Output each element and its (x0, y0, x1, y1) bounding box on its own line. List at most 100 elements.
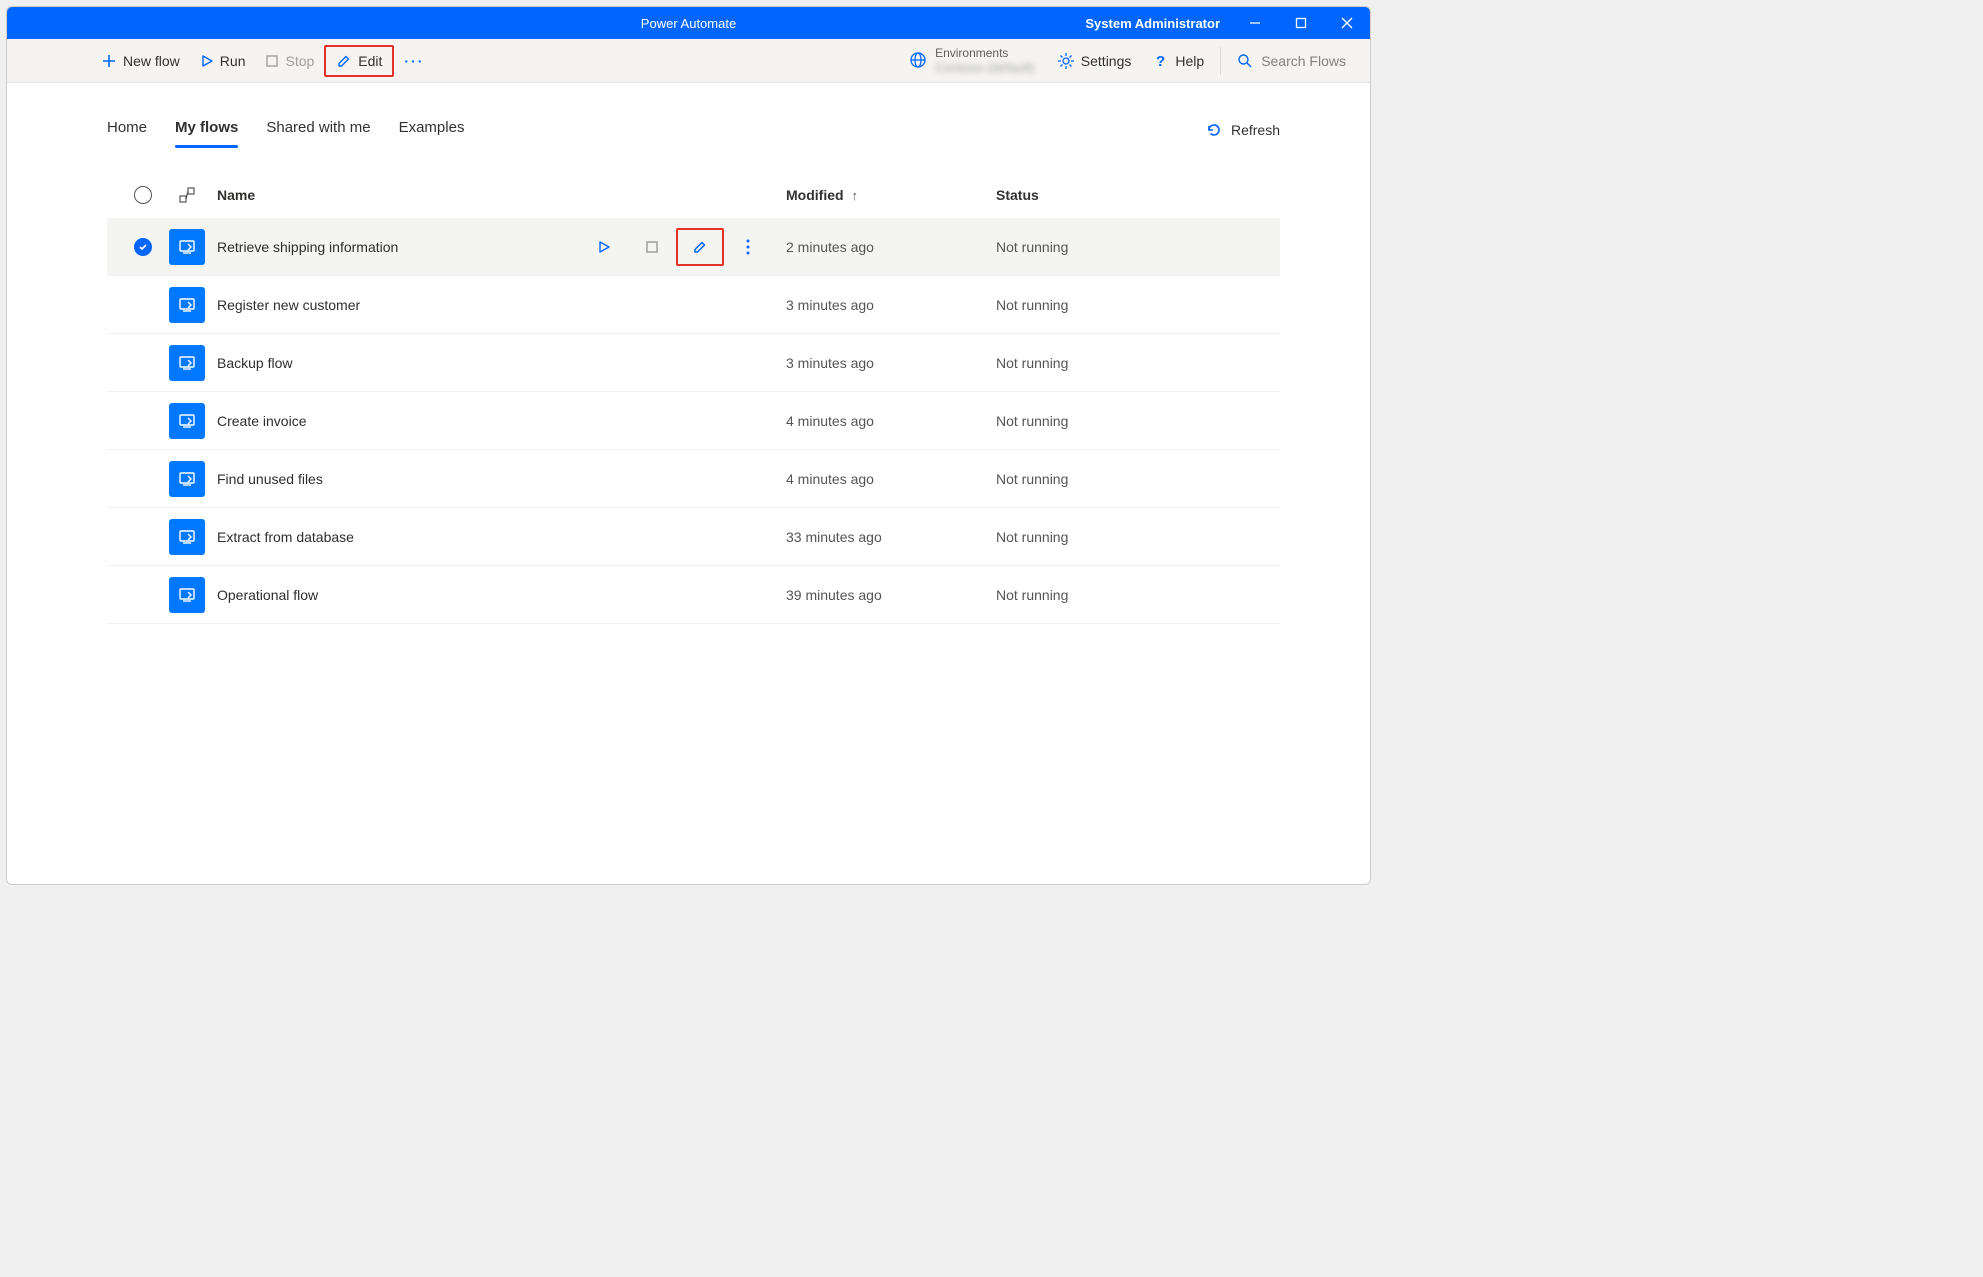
refresh-icon (1205, 121, 1223, 139)
run-button[interactable]: Run (190, 45, 256, 77)
search-flows[interactable]: Search Flows (1227, 53, 1356, 69)
row-select[interactable] (121, 296, 165, 314)
flow-type-icon (179, 187, 195, 203)
table-row[interactable]: Retrieve shipping information 2 minutes … (107, 218, 1280, 276)
desktop-flow-icon (169, 287, 205, 323)
tab-shared[interactable]: Shared with me (266, 111, 370, 148)
col-name-header[interactable]: Name (209, 187, 786, 203)
row-stop-button (628, 228, 676, 266)
tab-home[interactable]: Home (107, 111, 147, 148)
row-flow-icon (165, 577, 209, 613)
environments-label: Environments (935, 46, 1035, 60)
titlebar: Power Automate System Administrator (7, 7, 1370, 39)
row-name: Backup flow (217, 355, 786, 371)
row-flow-icon (165, 461, 209, 497)
row-actions (580, 228, 772, 266)
row-run-button[interactable] (580, 228, 628, 266)
table-row[interactable]: Extract from database 33 minutes ago Not… (107, 508, 1280, 566)
globe-icon (909, 51, 927, 69)
more-button[interactable]: ··· (394, 45, 434, 77)
tab-examples[interactable]: Examples (399, 111, 465, 148)
row-name-cell[interactable]: Backup flow (209, 355, 786, 371)
row-more-button[interactable] (724, 228, 772, 266)
desktop-flow-icon (169, 229, 205, 265)
maximize-icon (1295, 17, 1307, 29)
stop-label: Stop (285, 53, 314, 69)
ellipsis-icon: ··· (404, 53, 424, 69)
row-select[interactable] (121, 238, 165, 256)
desktop-flow-icon (169, 345, 205, 381)
col-modified-header[interactable]: Modified ↑ (786, 187, 996, 203)
table-body: Retrieve shipping information 2 minutes … (107, 218, 1280, 624)
row-modified: 33 minutes ago (786, 529, 996, 545)
desktop-flow-icon (169, 461, 205, 497)
maximize-button[interactable] (1278, 7, 1324, 39)
table-row[interactable]: Backup flow 3 minutes ago Not running (107, 334, 1280, 392)
settings-button[interactable]: Settings (1047, 45, 1142, 77)
col-status-header[interactable]: Status (996, 187, 1266, 203)
current-user[interactable]: System Administrator (1085, 16, 1220, 31)
row-status: Not running (996, 471, 1266, 487)
tab-home-label: Home (107, 119, 147, 136)
row-name-cell[interactable]: Register new customer (209, 297, 786, 313)
row-select[interactable] (121, 528, 165, 546)
tab-my-flows[interactable]: My flows (175, 111, 238, 148)
row-flow-icon (165, 403, 209, 439)
toolbar: New flow Run Stop Edit ·· (7, 39, 1370, 83)
search-placeholder: Search Flows (1261, 53, 1346, 69)
col-modified-label: Modified (786, 187, 844, 203)
content: Home My flows Shared with me Examples Re… (7, 83, 1370, 624)
table-row[interactable]: Create invoice 4 minutes ago Not running (107, 392, 1280, 450)
row-select[interactable] (121, 470, 165, 488)
select-all[interactable] (121, 186, 165, 204)
environments-picker[interactable]: Environments Contoso (default) (897, 46, 1047, 75)
row-modified: 3 minutes ago (786, 297, 996, 313)
refresh-label: Refresh (1231, 122, 1280, 138)
row-name: Operational flow (217, 587, 786, 603)
row-name: Extract from database (217, 529, 786, 545)
help-button[interactable]: ? Help (1141, 45, 1214, 77)
row-edit-button[interactable] (676, 228, 724, 266)
row-modified: 4 minutes ago (786, 413, 996, 429)
new-flow-button[interactable]: New flow (91, 45, 190, 77)
run-label: Run (220, 53, 246, 69)
row-name-cell[interactable]: Find unused files (209, 471, 786, 487)
table-row[interactable]: Find unused files 4 minutes ago Not runn… (107, 450, 1280, 508)
row-name-cell[interactable]: Operational flow (209, 587, 786, 603)
col-name-label: Name (217, 187, 255, 203)
desktop-flow-icon (169, 519, 205, 555)
row-flow-icon (165, 229, 209, 265)
row-name: Create invoice (217, 413, 786, 429)
row-name: Register new customer (217, 297, 786, 313)
table-row[interactable]: Register new customer 3 minutes ago Not … (107, 276, 1280, 334)
close-button[interactable] (1324, 7, 1370, 39)
row-status: Not running (996, 355, 1266, 371)
row-name-cell[interactable]: Create invoice (209, 413, 786, 429)
gear-icon (1057, 52, 1075, 70)
minimize-button[interactable] (1232, 7, 1278, 39)
table-row[interactable]: Operational flow 39 minutes ago Not runn… (107, 566, 1280, 624)
row-name-cell[interactable]: Extract from database (209, 529, 786, 545)
row-selected-icon[interactable] (134, 238, 152, 256)
tab-shared-label: Shared with me (266, 119, 370, 136)
play-icon (200, 54, 214, 68)
tab-examples-label: Examples (399, 119, 465, 136)
row-select[interactable] (121, 412, 165, 430)
row-status: Not running (996, 413, 1266, 429)
app-title: Power Automate (641, 16, 736, 31)
row-select[interactable] (121, 586, 165, 604)
col-type-icon[interactable] (165, 187, 209, 203)
refresh-button[interactable]: Refresh (1205, 121, 1280, 139)
edit-button[interactable]: Edit (324, 45, 394, 77)
col-status-label: Status (996, 187, 1039, 203)
sort-asc-icon: ↑ (852, 188, 859, 203)
svg-text:?: ? (1156, 53, 1165, 70)
help-icon: ? (1151, 52, 1169, 70)
row-modified: 39 minutes ago (786, 587, 996, 603)
row-select[interactable] (121, 354, 165, 372)
row-modified: 3 minutes ago (786, 355, 996, 371)
search-icon (1237, 53, 1253, 69)
row-name: Find unused files (217, 471, 786, 487)
row-name-cell[interactable]: Retrieve shipping information (209, 228, 786, 266)
edit-label: Edit (358, 53, 382, 69)
